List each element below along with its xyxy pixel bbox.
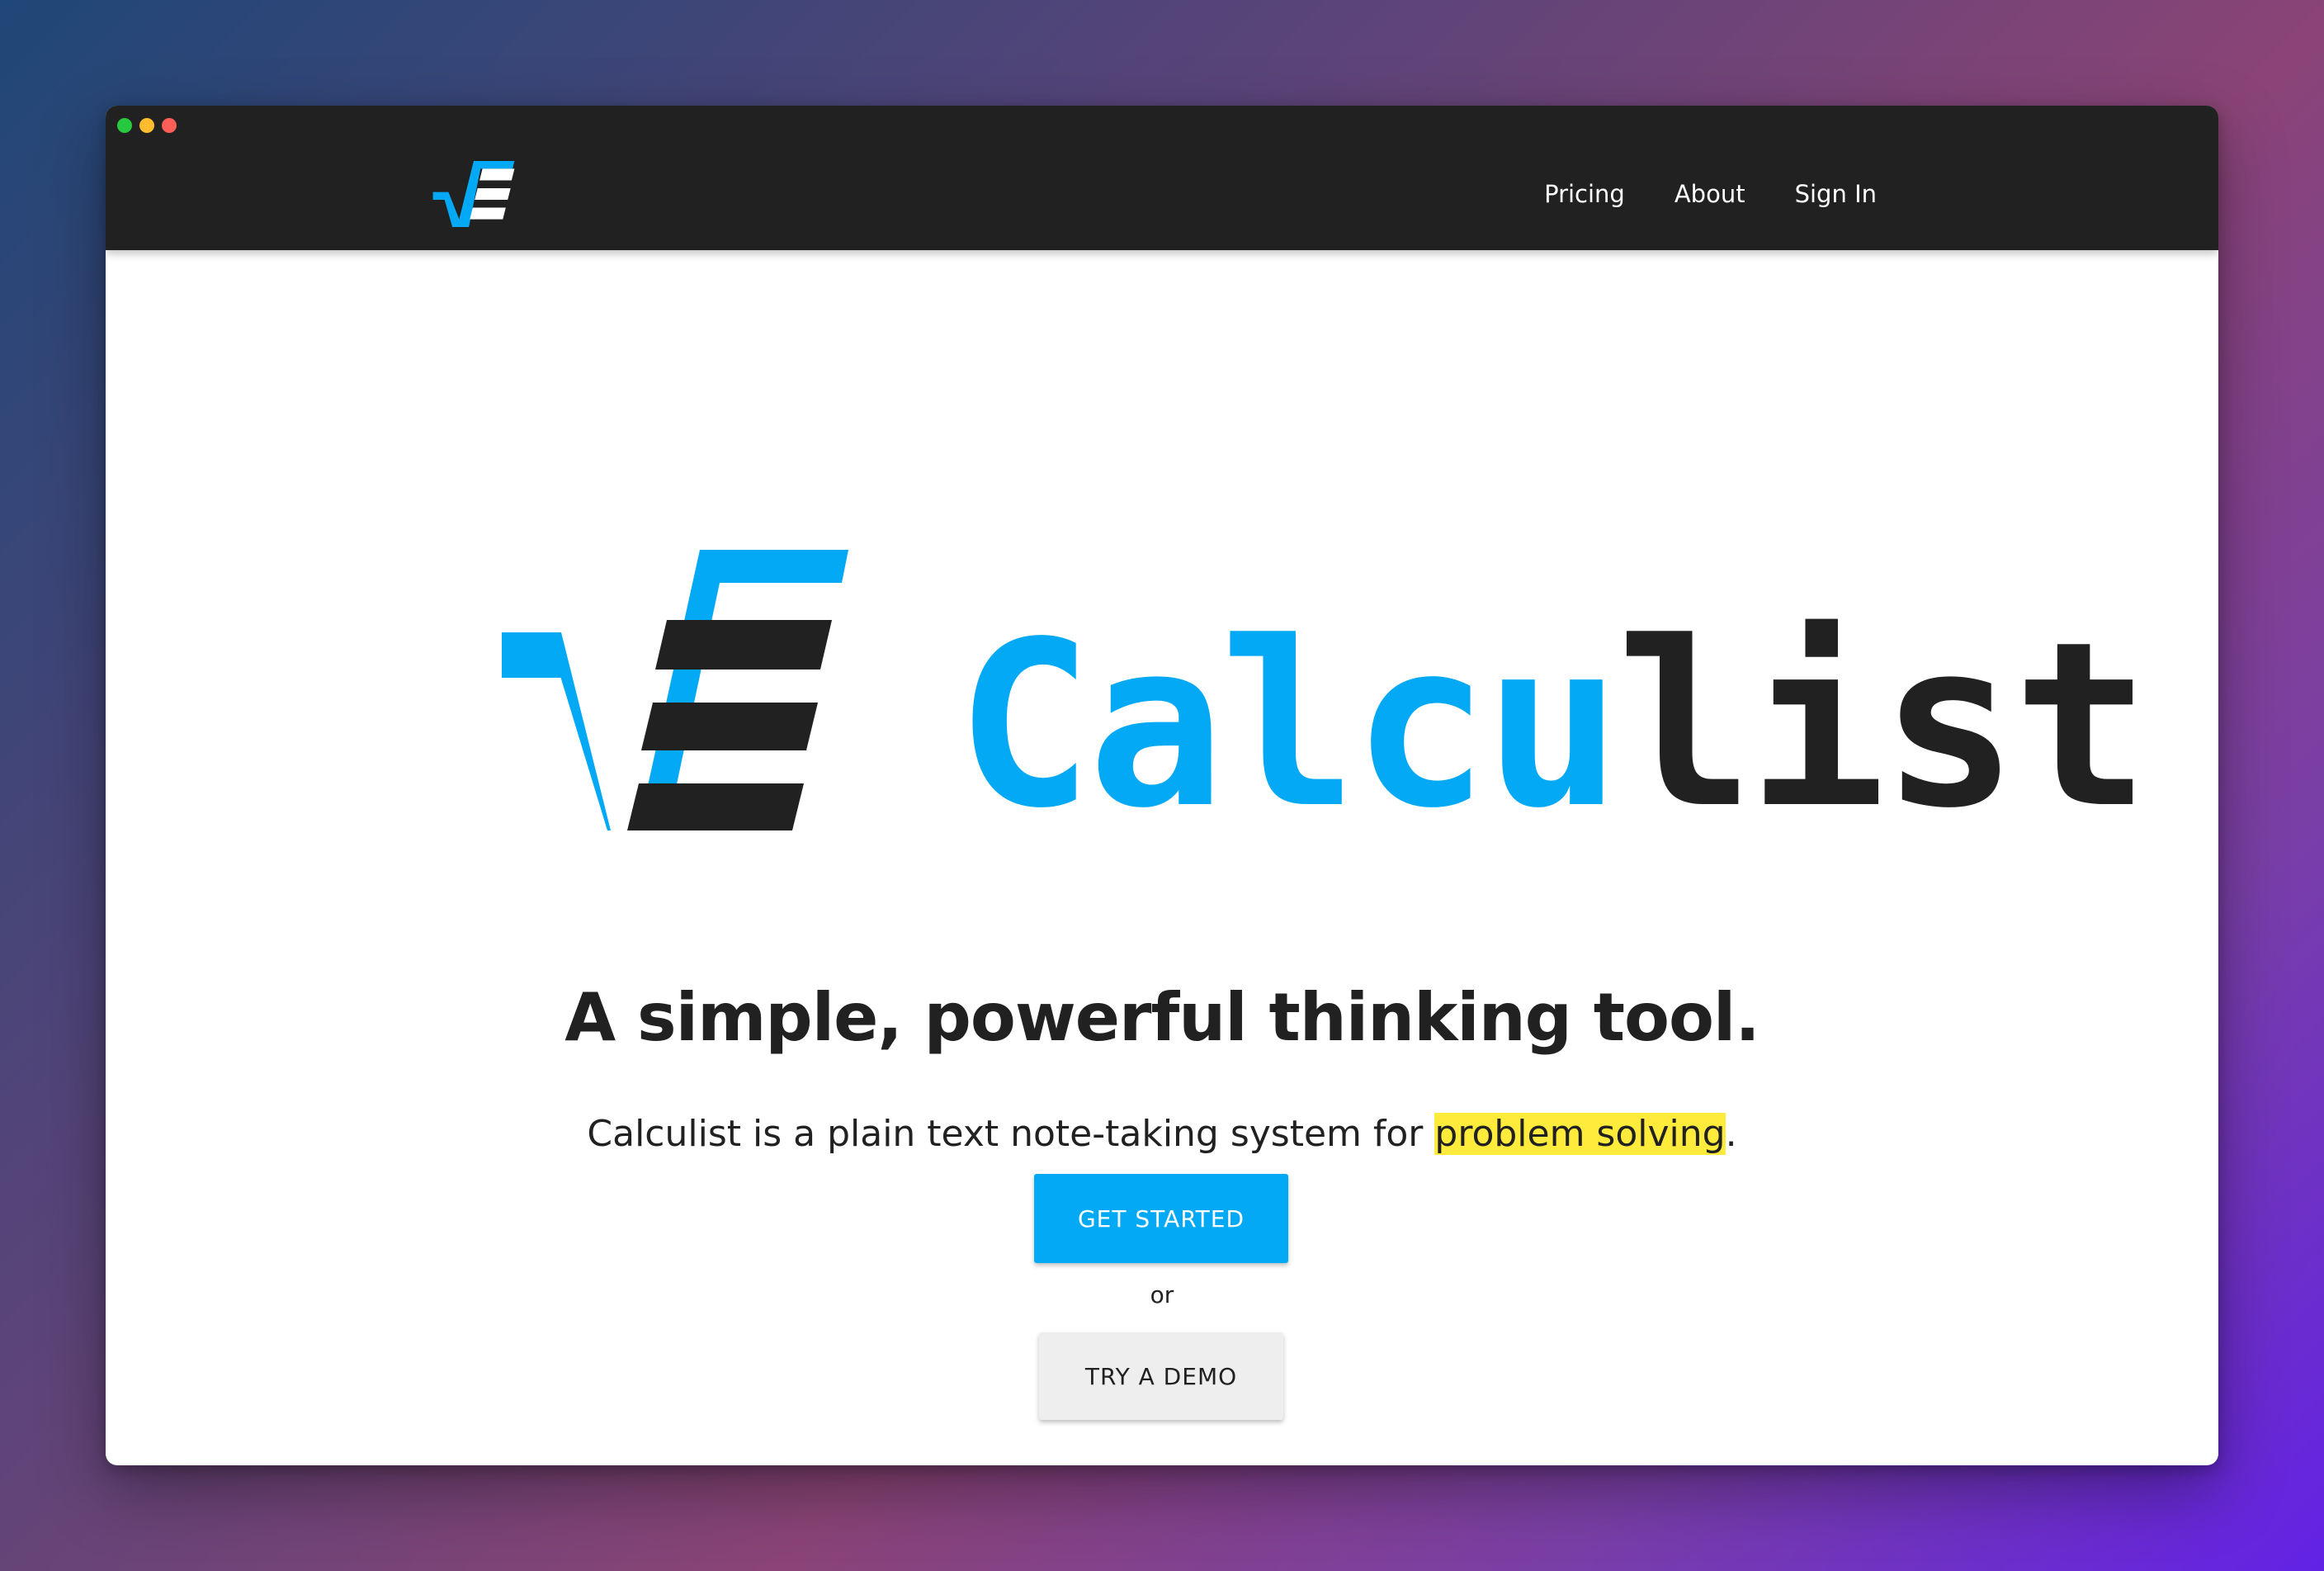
subline-suffix: . <box>1725 1113 1737 1155</box>
window-controls <box>117 118 177 133</box>
hero-headline: A simple, powerful thinking tool. <box>564 979 1760 1056</box>
nav-link-about[interactable]: About <box>1675 180 1745 208</box>
subline-prefix: Calculist is a plain text note-taking sy… <box>587 1113 1435 1155</box>
window-zoom-button[interactable] <box>117 118 132 133</box>
window-close-button[interactable] <box>162 118 177 133</box>
nav-link-sign-in[interactable]: Sign In <box>1795 180 1877 208</box>
hero-subline: Calculist is a plain text note-taking sy… <box>106 1113 2218 1155</box>
window-minimize-button[interactable] <box>139 118 154 133</box>
hero-logo: Calculist <box>502 550 2151 840</box>
get-started-button[interactable]: GET STARTED <box>1034 1174 1288 1263</box>
nav-links: Pricing About Sign In <box>1544 180 1877 208</box>
nav-link-pricing[interactable]: Pricing <box>1544 180 1625 208</box>
calculist-mark-icon <box>502 550 848 830</box>
browser-window: Pricing About Sign In Calculist A simple… <box>106 106 2218 1465</box>
hero-wordmark: Calculist <box>956 613 2151 840</box>
wordmark-blue-part: Calcu <box>956 594 1622 859</box>
wordmark-dark-part: list <box>1616 594 2151 859</box>
top-navbar: Pricing About Sign In <box>106 106 2218 250</box>
calculist-logo-icon[interactable] <box>421 161 527 227</box>
subline-highlight: problem solving <box>1434 1113 1726 1155</box>
try-demo-button[interactable]: TRY A DEMO <box>1039 1332 1283 1420</box>
or-separator: or <box>1150 1281 1174 1308</box>
